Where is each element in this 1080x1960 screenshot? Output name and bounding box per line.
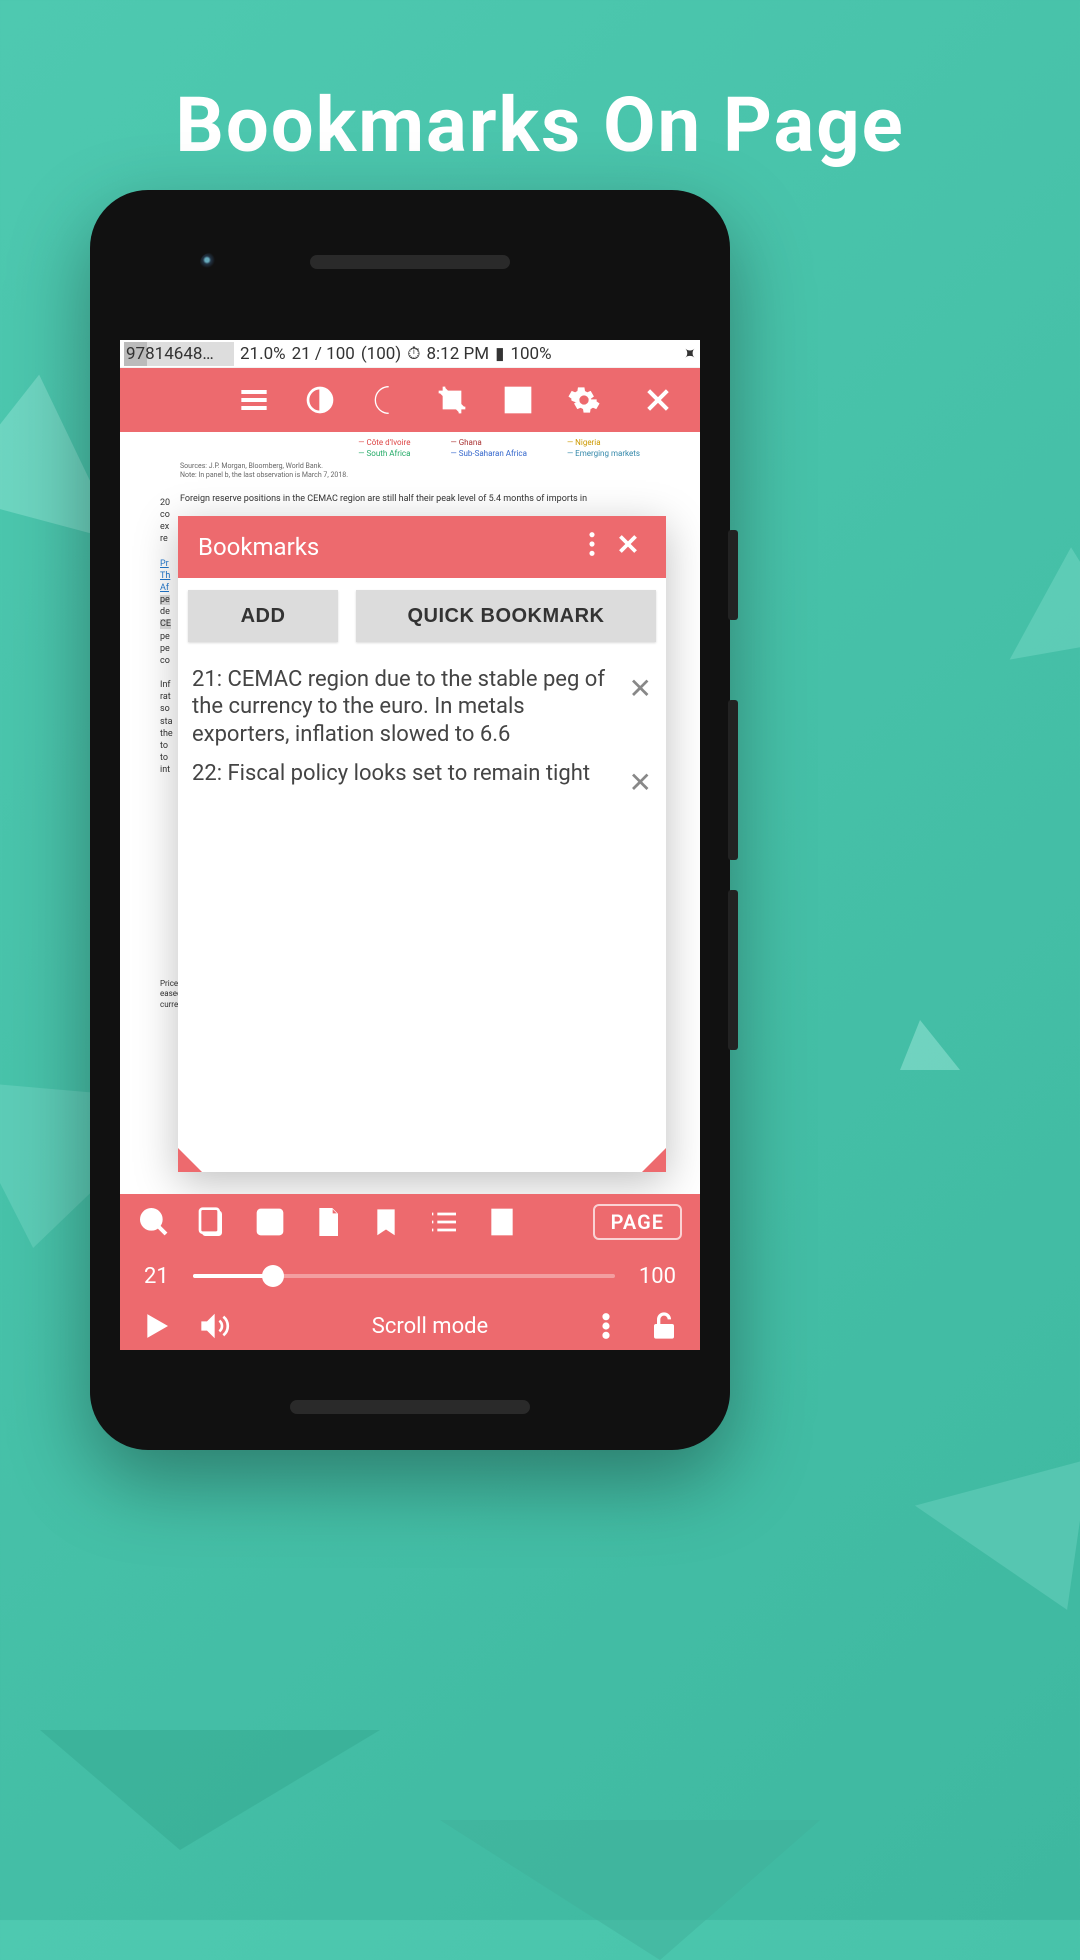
bookmarks-dialog: Bookmarks ADD QUICK BOOKMARK 21: CEMAC r… xyxy=(178,516,666,1172)
total-pages: 100 xyxy=(639,1264,676,1289)
battery-percent: 100% xyxy=(510,344,551,364)
page-counter: 21 / 100 xyxy=(292,344,355,364)
clock-time: 8:12 PM xyxy=(427,344,490,364)
delete-bookmark-icon[interactable]: ✕ xyxy=(629,760,652,799)
settings-icon[interactable] xyxy=(568,384,600,416)
dialog-actions: ADD QUICK BOOKMARK xyxy=(178,578,666,654)
device-button xyxy=(728,530,738,620)
list-icon[interactable] xyxy=(428,1206,460,1238)
document-id: 97814648… xyxy=(126,344,214,364)
page-slider[interactable] xyxy=(193,1274,615,1278)
doc-sources: Sources: J.P. Morgan, Bloomberg, World B… xyxy=(160,460,660,490)
svg-text:1: 1 xyxy=(498,1213,506,1231)
bookmark-text: 21: CEMAC region due to the stable peg o… xyxy=(192,666,621,748)
status-bar: 97814648… 21.0% 21 / 100 (100) ⏱8:12 PM … xyxy=(120,340,700,368)
pin-icon[interactable]: ✦ xyxy=(677,341,700,365)
play-icon[interactable] xyxy=(140,1310,172,1342)
bg-shape xyxy=(915,1459,1080,1641)
delete-bookmark-icon[interactable]: ✕ xyxy=(629,666,652,705)
battery-icon: ▮ xyxy=(495,344,504,364)
bookmark-icon[interactable] xyxy=(370,1206,402,1238)
bg-shape xyxy=(992,540,1080,659)
progress-indicator: 97814648… xyxy=(124,342,234,366)
device-frame: 97814648… 21.0% 21 / 100 (100) ⏱8:12 PM … xyxy=(90,190,730,1450)
camera-dot xyxy=(200,253,220,273)
device-button xyxy=(728,700,738,860)
crop-icon[interactable] xyxy=(436,384,468,416)
dialog-header: Bookmarks xyxy=(178,516,666,578)
progress-percent: 21.0% xyxy=(240,344,286,364)
bottom-toolbar: 1 PAGE xyxy=(120,1194,700,1250)
page-button[interactable]: PAGE xyxy=(593,1204,682,1240)
dialog-corner xyxy=(178,1148,202,1172)
total-count: (100) xyxy=(361,344,401,364)
bg-shape xyxy=(440,1820,820,1960)
dialog-corner xyxy=(642,1148,666,1172)
current-page: 21 xyxy=(144,1264,169,1289)
bookmark-list: 21: CEMAC region due to the stable peg o… xyxy=(178,654,666,1172)
more-icon[interactable] xyxy=(574,530,610,564)
close-icon[interactable] xyxy=(642,384,674,416)
screen: 97814648… 21.0% 21 / 100 (100) ⏱8:12 PM … xyxy=(120,340,700,1350)
chin-bar xyxy=(290,1400,530,1414)
page-icon[interactable] xyxy=(312,1206,344,1238)
add-button[interactable]: ADD xyxy=(188,590,338,642)
chart-legend: Côte d'IvoireSouth Africa GhanaSub-Sahar… xyxy=(160,432,660,460)
kebab-icon[interactable] xyxy=(590,1310,622,1342)
fullscreen-icon[interactable] xyxy=(502,384,534,416)
earpiece xyxy=(310,255,510,269)
dialog-close-icon[interactable] xyxy=(610,531,646,563)
night-mode-icon[interactable] xyxy=(370,384,402,416)
clock-icon: ⏱ xyxy=(407,344,420,364)
bg-shape xyxy=(40,1730,380,1850)
bg-shape xyxy=(900,1020,960,1070)
quick-bookmark-button[interactable]: QUICK BOOKMARK xyxy=(356,590,656,642)
search-icon[interactable] xyxy=(138,1206,170,1238)
lock-open-icon[interactable] xyxy=(648,1310,680,1342)
edit-icon[interactable] xyxy=(254,1206,286,1238)
contrast-icon[interactable] xyxy=(304,384,336,416)
menu-icon[interactable] xyxy=(238,384,270,416)
library-icon[interactable] xyxy=(196,1206,228,1238)
single-page-icon[interactable]: 1 xyxy=(486,1206,518,1238)
top-toolbar xyxy=(120,368,700,432)
bookmark-item[interactable]: 22: Fiscal policy looks set to remain ti… xyxy=(188,754,656,805)
promo-title: Bookmarks On Page xyxy=(0,80,1080,170)
volume-icon[interactable] xyxy=(198,1310,230,1342)
page-slider-bar: 21 100 xyxy=(120,1250,700,1302)
playback-bar: Scroll mode xyxy=(120,1302,700,1350)
scroll-mode-label[interactable]: Scroll mode xyxy=(256,1314,564,1339)
dialog-title: Bookmarks xyxy=(198,533,574,561)
doc-paragraph: Foreign reserve positions in the CEMAC r… xyxy=(160,490,660,510)
bookmark-item[interactable]: 21: CEMAC region due to the stable peg o… xyxy=(188,660,656,754)
bookmark-text: 22: Fiscal policy looks set to remain ti… xyxy=(192,760,621,787)
device-button xyxy=(728,890,738,1050)
